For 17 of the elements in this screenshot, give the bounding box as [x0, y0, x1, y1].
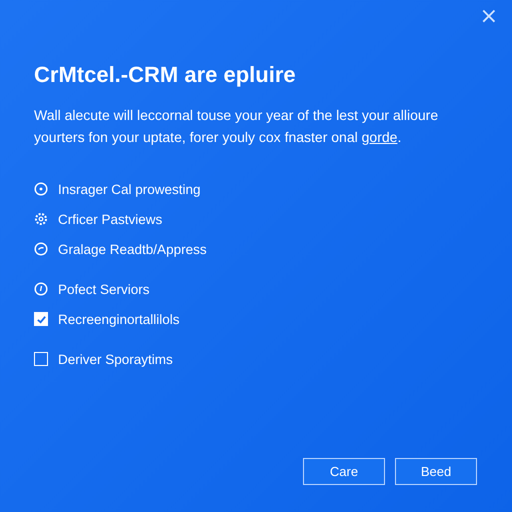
dialog-button[interactable]: Care: [303, 458, 385, 485]
checkbox[interactable]: [34, 352, 48, 366]
description-text: Wall alecute will leccornal touse your year of the lest your allioure yourters fon your uptate, forer youly cox fnaster onal gorde.: [34, 106, 440, 147]
link[interactable]: gorde: [362, 129, 398, 145]
dialog-title: CrMtcel.-CRM are epluire: [34, 62, 297, 88]
dialog-button[interactable]: Beed: [395, 458, 477, 485]
target-icon: [34, 182, 48, 196]
option-label: Insrager Cal prowesting: [58, 182, 201, 196]
option-label: Crficer Pastviews: [58, 212, 162, 226]
checkbox-label[interactable]: Recreenginortallilols: [58, 312, 180, 326]
option-label: Pofect Serviors: [58, 282, 150, 296]
gauge-icon: [34, 242, 48, 256]
checkbox-label[interactable]: Deriver Sporaytims: [58, 352, 173, 366]
gear-icon: [34, 212, 48, 226]
option-label: Gralage Readtb/Appress: [58, 242, 207, 256]
close-button[interactable]: ×: [476, 4, 502, 29]
checkbox[interactable]: [34, 312, 48, 326]
